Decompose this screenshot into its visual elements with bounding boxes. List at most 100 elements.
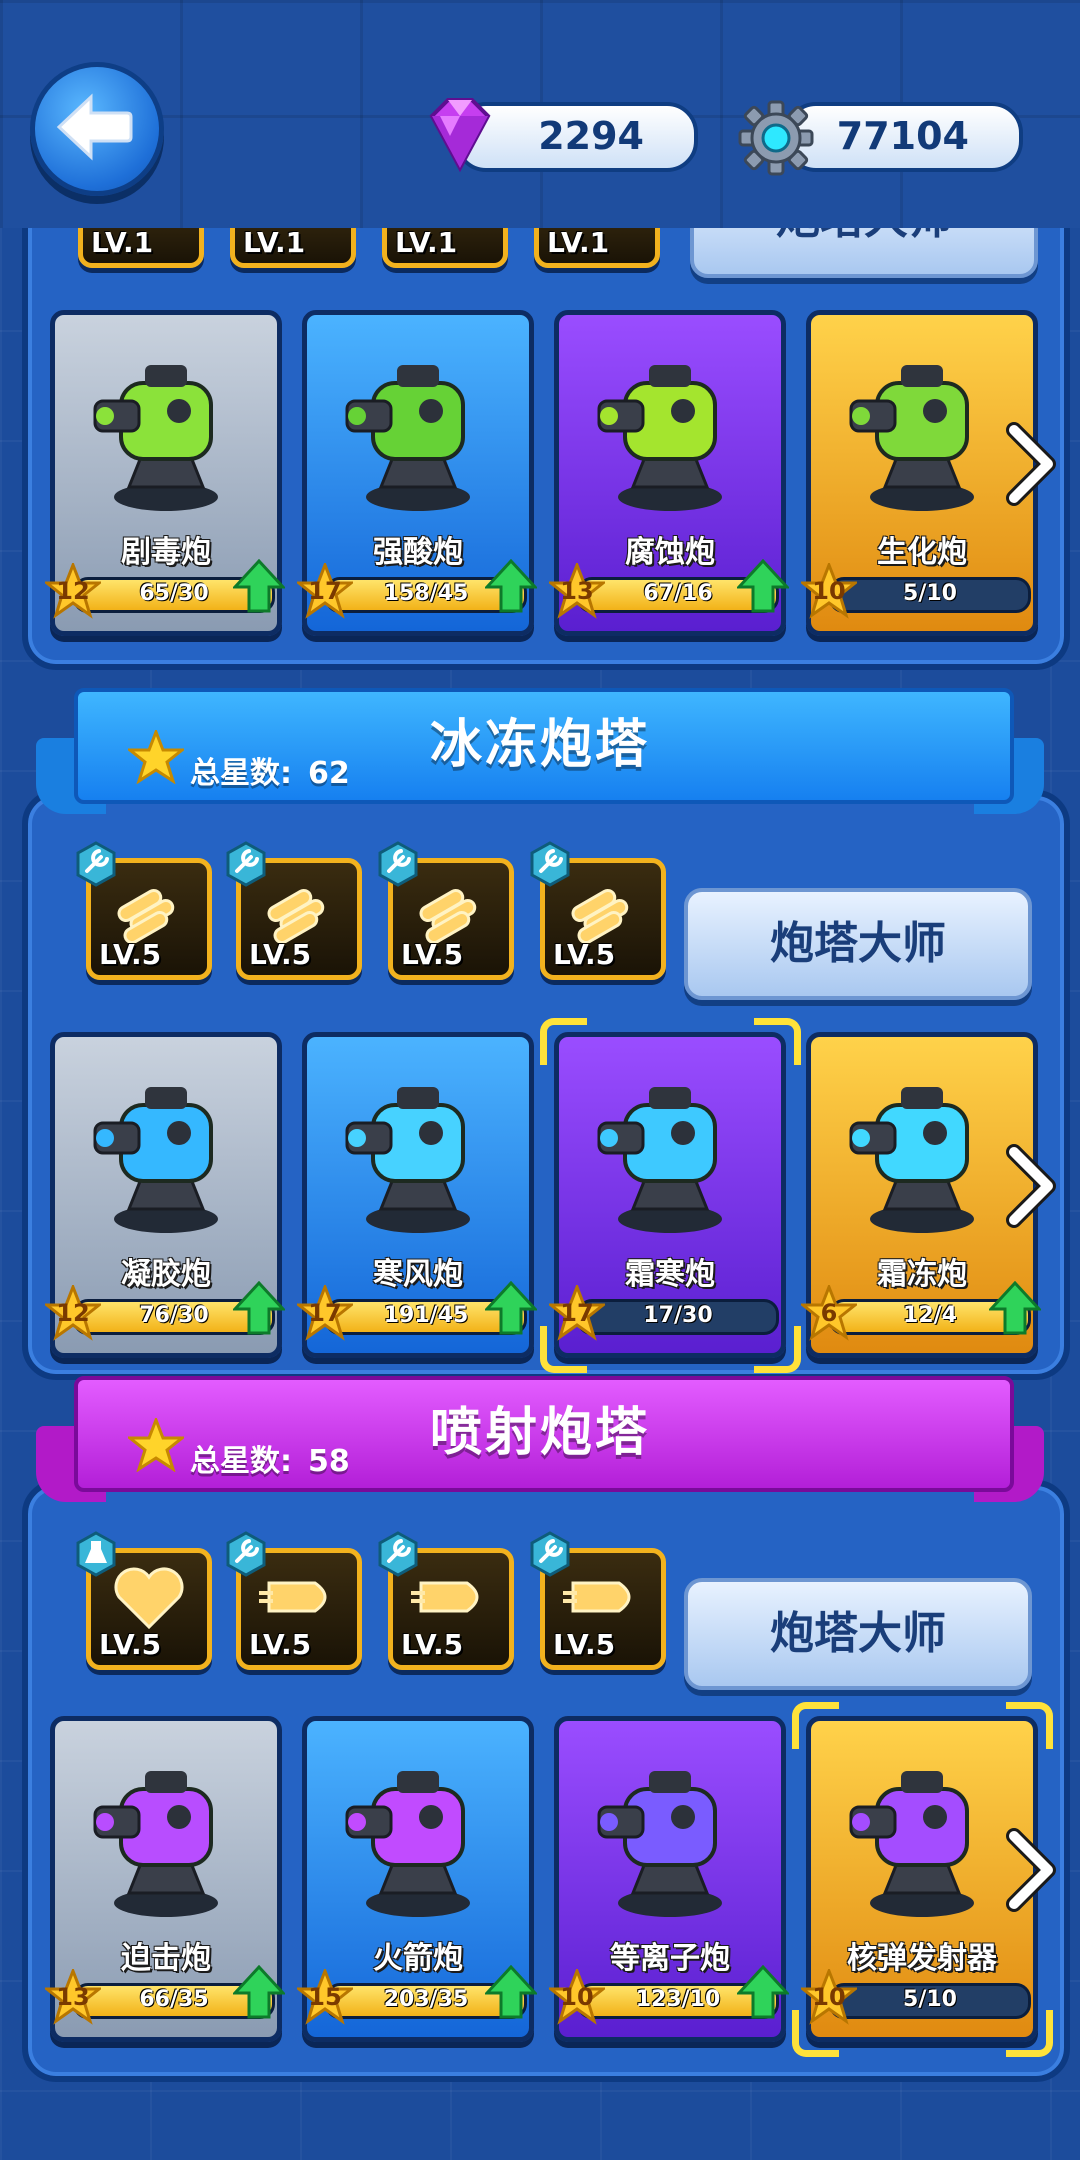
tower-level: 17	[308, 1299, 342, 1327]
tower-art-icon	[345, 365, 470, 511]
tower-level: 12	[56, 1299, 90, 1327]
star-icon	[128, 1418, 184, 1472]
tower-level: 6	[820, 1299, 838, 1327]
bullet-skill-icon	[411, 1581, 479, 1613]
jet-skill-2[interactable]: LV.5	[226, 1531, 362, 1670]
master-label: 炮塔大师	[770, 918, 946, 969]
ice-tower-card[interactable]: 霜寒炮 17/30 17	[549, 1032, 786, 1358]
tower-art-icon	[597, 365, 722, 511]
ice-tower-card[interactable]: 凝胶炮 76/30 12	[45, 1032, 285, 1358]
wrench-badge-icon	[378, 1531, 418, 1577]
poison-next-arrow[interactable]	[1006, 422, 1058, 510]
skill-level: LV.5	[553, 1628, 616, 1661]
wrench-badge-icon	[530, 1531, 570, 1577]
ice-skill-4[interactable]: LV.5	[530, 841, 666, 980]
wrench-badge-icon	[226, 841, 266, 887]
tower-progress-bar: 5/10	[829, 577, 1031, 613]
ammo-skill-icon	[419, 889, 477, 943]
bullet-skill-icon	[259, 1581, 327, 1613]
tower-progress-bar: 5/10	[829, 1983, 1031, 2019]
tower-art-icon	[93, 1087, 218, 1233]
stars-label: 总星数:	[190, 756, 292, 791]
poison-tower-card[interactable]: 腐蚀炮 67/16 13	[549, 310, 789, 636]
upgrade-arrow-icon	[233, 559, 285, 613]
tower-art-icon	[849, 1087, 974, 1233]
tower-level: 15	[308, 1983, 342, 2011]
upgrade-arrow-icon	[233, 1965, 285, 2019]
bullet-skill-icon	[563, 1581, 631, 1613]
jet-skill-1[interactable]: LV.5	[76, 1531, 212, 1670]
stars-value: 58	[308, 1444, 350, 1479]
selection-corner	[792, 2010, 839, 2057]
tower-progress-bar: 17/30	[577, 1299, 779, 1335]
poison-tower-card[interactable]: 强酸炮 158/45 17	[297, 310, 537, 636]
wrench-badge-icon	[530, 841, 570, 887]
tower-level: 10	[560, 1983, 594, 2011]
tower-art-icon	[849, 1771, 974, 1917]
ice-skill-2[interactable]: LV.5	[226, 841, 362, 980]
back-button[interactable]	[30, 62, 164, 196]
jet-tower-card[interactable]: 等离子炮 123/10 10	[549, 1716, 789, 2042]
selection-corner	[540, 1018, 587, 1065]
tower-progress-text: 17/30	[643, 1303, 713, 1328]
tower-art-icon	[345, 1771, 470, 1917]
skill-level: LV.5	[249, 1628, 312, 1661]
heart-skill-icon	[114, 1567, 184, 1630]
jet-banner: 喷射炮塔 总星数: 58	[36, 1376, 1044, 1506]
ice-skill-1[interactable]: LV.5	[76, 841, 212, 980]
jet-skill-4[interactable]: LV.5	[530, 1531, 666, 1670]
selection-corner	[754, 1018, 801, 1065]
tower-level: 13	[56, 1983, 90, 2011]
back-arrow-icon	[56, 93, 133, 161]
ice-next-arrow[interactable]	[1006, 1144, 1058, 1232]
upgrade-arrow-icon	[485, 559, 537, 613]
upgrade-arrow-icon	[485, 1965, 537, 2019]
tower-art-icon	[345, 1087, 470, 1233]
gem-icon	[429, 98, 491, 172]
ammo-skill-icon	[117, 889, 175, 943]
poison-tower-card[interactable]: 剧毒炮 65/30 12	[45, 310, 285, 636]
tower-art-icon	[93, 1771, 218, 1917]
tower-level: 13	[560, 577, 594, 605]
ice-skill-3[interactable]: LV.5	[378, 841, 514, 980]
ice-banner: 冰冻炮塔 总星数: 62	[36, 688, 1044, 818]
jet-next-arrow[interactable]	[1006, 1828, 1058, 1916]
upgrade-arrow-icon	[737, 1965, 789, 2019]
top-bar: 2294 77104	[0, 0, 1080, 228]
jet-tower-card[interactable]: 迫击炮 66/35 13	[45, 1716, 285, 2042]
skill-level: LV.1	[395, 226, 458, 259]
selection-corner	[792, 1702, 839, 1749]
jet-master-button[interactable]: 炮塔大师	[684, 1578, 1032, 1690]
tower-progress-text: 5/10	[903, 581, 957, 606]
wrench-badge-icon	[76, 841, 116, 887]
gear-icon	[738, 100, 814, 176]
skill-level: LV.1	[91, 226, 154, 259]
ice-tower-card[interactable]: 寒风炮 191/45 17	[297, 1032, 537, 1358]
wrench-badge-icon	[378, 841, 418, 887]
stars-label: 总星数:	[190, 1444, 292, 1479]
tower-level: 17	[308, 577, 342, 605]
ice-master-button[interactable]: 炮塔大师	[684, 888, 1032, 1000]
chevron-right-icon	[1006, 1144, 1056, 1228]
poison-tower-card[interactable]: 生化炮 5/10 10	[801, 310, 1038, 636]
skill-level: LV.5	[249, 938, 312, 971]
jet-tower-card[interactable]: 核弹发射器 5/10 10	[801, 1716, 1038, 2042]
skill-level: LV.5	[553, 938, 616, 971]
tower-level: 10	[812, 577, 846, 605]
ice-tower-card[interactable]: 霜冻炮 12/4 6	[801, 1032, 1041, 1358]
upgrade-arrow-icon	[737, 559, 789, 613]
upgrade-arrow-icon	[485, 1281, 537, 1335]
jet-skill-3[interactable]: LV.5	[378, 1531, 514, 1670]
selection-corner	[540, 1326, 587, 1373]
tower-level: 12	[56, 577, 90, 605]
ammo-skill-icon	[267, 889, 325, 943]
stars-value: 62	[308, 756, 350, 791]
jet-tower-card[interactable]: 火箭炮 203/35 15	[297, 1716, 537, 2042]
gear-counter: 77104	[785, 102, 1023, 172]
chevron-right-icon	[1006, 422, 1056, 506]
upgrade-arrow-icon	[989, 1281, 1041, 1335]
skill-level: LV.5	[401, 938, 464, 971]
skill-level: LV.1	[243, 226, 306, 259]
tower-art-icon	[93, 365, 218, 511]
selection-corner	[1006, 1702, 1053, 1749]
